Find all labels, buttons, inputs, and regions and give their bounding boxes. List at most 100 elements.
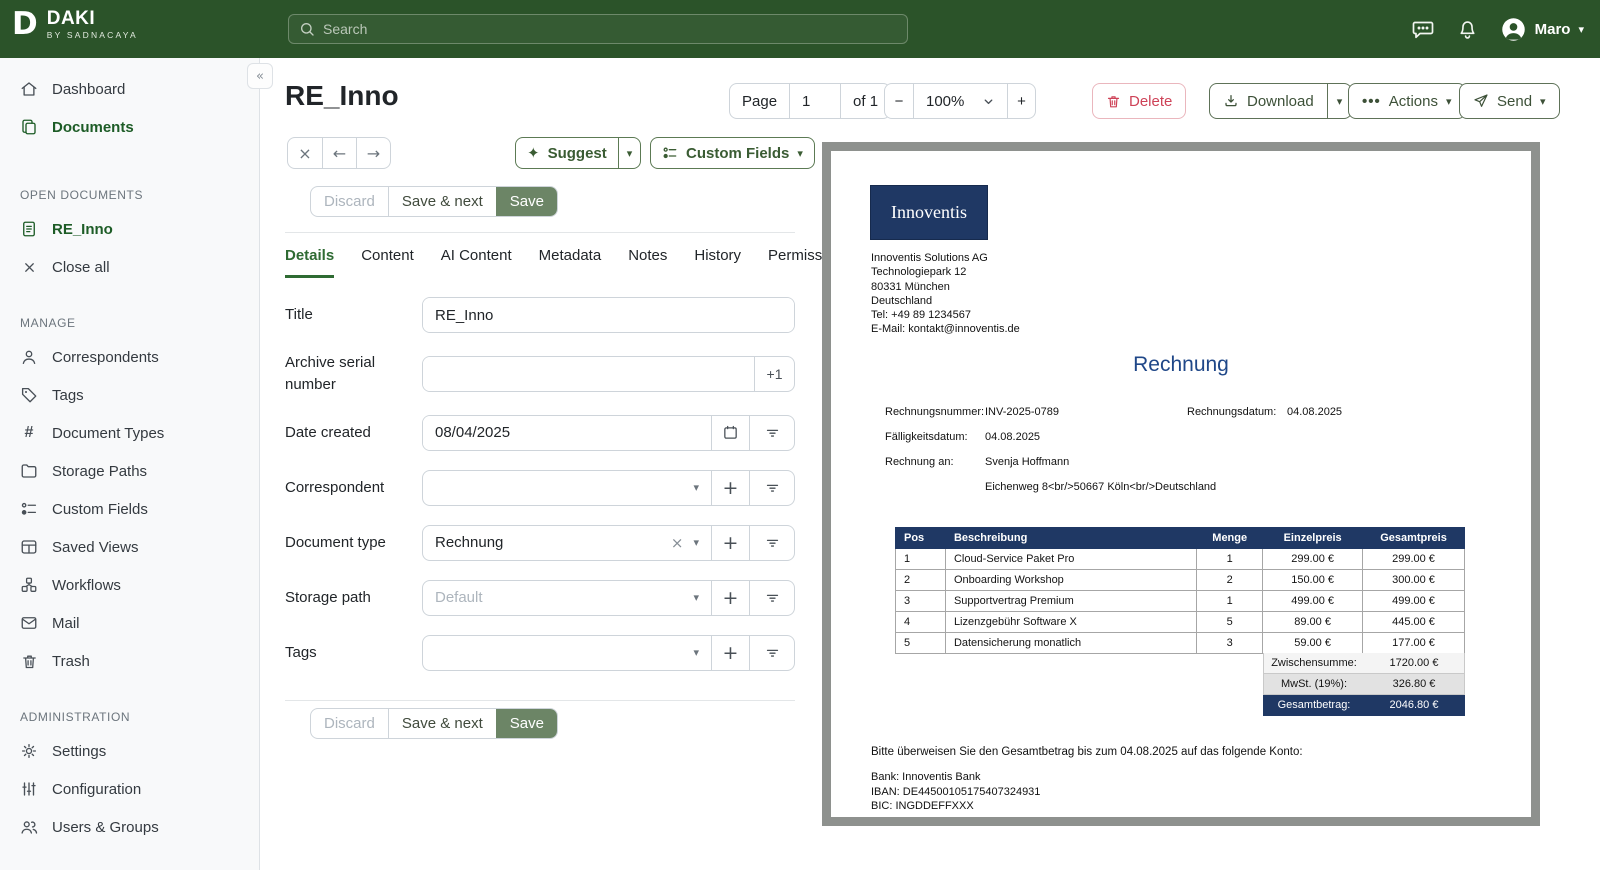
trash-icon bbox=[20, 652, 38, 670]
editor-tabs: Details Content AI Content Metadata Note… bbox=[285, 247, 850, 278]
sidebar-item-configuration[interactable]: Configuration bbox=[0, 770, 259, 808]
storage-path-add-button[interactable]: + bbox=[711, 580, 749, 615]
download-button[interactable]: Download bbox=[1210, 84, 1327, 118]
sidebar-item-workflows[interactable]: Workflows bbox=[0, 566, 259, 604]
suggest-caret-button[interactable]: ▾ bbox=[617, 138, 641, 168]
sidebar-item-documents[interactable]: Documents bbox=[0, 108, 259, 146]
sidebar-item-label: Close all bbox=[52, 258, 110, 276]
invoice-company-address: Innoventis Solutions AG Technologiepark … bbox=[871, 251, 1020, 337]
send-button[interactable]: Send ▾ bbox=[1459, 83, 1560, 119]
delete-button[interactable]: Delete bbox=[1092, 83, 1187, 119]
actions-button[interactable]: ••• Actions ▾ bbox=[1348, 83, 1466, 119]
sidebar-item-dashboard[interactable]: Dashboard bbox=[0, 70, 259, 108]
chat-icon[interactable] bbox=[1411, 17, 1435, 41]
send-icon bbox=[1474, 94, 1488, 107]
sidebar-item-mail[interactable]: Mail bbox=[0, 604, 259, 642]
save-button-group-top: Discard Save & next Save bbox=[310, 186, 558, 217]
correspondent-add-button[interactable]: + bbox=[711, 470, 749, 505]
global-search[interactable] bbox=[288, 14, 908, 44]
user-menu[interactable]: Maro ▾ bbox=[1500, 16, 1584, 43]
invoice-title: Rechnung bbox=[1133, 353, 1229, 376]
calendar-button[interactable] bbox=[711, 415, 749, 450]
asn-input[interactable] bbox=[423, 356, 754, 391]
sidebar-item-correspondents[interactable]: Correspondents bbox=[0, 338, 259, 376]
tab-history[interactable]: History bbox=[694, 247, 741, 278]
sidebar-item-document-types[interactable]: # Document Types bbox=[0, 414, 259, 452]
date-created-input[interactable] bbox=[423, 415, 711, 450]
company-line: E-Mail: kontakt@innoventis.de bbox=[871, 323, 1020, 336]
tab-ai-content[interactable]: AI Content bbox=[441, 247, 512, 278]
next-document-button[interactable]: → bbox=[356, 138, 390, 168]
sidebar-item-custom-fields[interactable]: Custom Fields bbox=[0, 490, 259, 528]
custom-fields-button[interactable]: Custom Fields ▾ bbox=[651, 138, 814, 168]
custom-fields-icon bbox=[663, 147, 677, 159]
tags-add-button[interactable]: + bbox=[711, 635, 749, 670]
sidebar-item-label: Tags bbox=[52, 386, 84, 404]
title-input[interactable] bbox=[423, 298, 794, 332]
sidebar-item-close-all[interactable]: Close all bbox=[0, 248, 259, 286]
sidebar-item-open-document[interactable]: RE_Inno bbox=[0, 210, 259, 248]
zoom-in-button[interactable]: + bbox=[1007, 84, 1035, 118]
correspondent-select[interactable]: ▾ bbox=[423, 471, 711, 505]
zoom-level-value: 100% bbox=[926, 92, 965, 110]
sidebar-item-label: RE_Inno bbox=[52, 220, 113, 238]
document-type-select[interactable]: Rechnung × ▾ bbox=[423, 526, 711, 560]
send-button-label: Send bbox=[1497, 92, 1533, 110]
search-input[interactable] bbox=[323, 21, 897, 37]
tab-metadata[interactable]: Metadata bbox=[539, 247, 602, 278]
asn-increment-button[interactable]: +1 bbox=[754, 356, 794, 391]
suggest-button[interactable]: ✦ Suggest bbox=[516, 138, 618, 168]
sidebar-item-label: Saved Views bbox=[52, 538, 139, 556]
discard-button[interactable]: Discard bbox=[311, 187, 388, 216]
caret-down-icon: ▾ bbox=[693, 536, 699, 549]
tab-content[interactable]: Content bbox=[361, 247, 414, 278]
document-type-field-label: Document type bbox=[285, 533, 386, 551]
notifications-bell-icon[interactable] bbox=[1456, 18, 1479, 41]
date-filter-button[interactable] bbox=[749, 415, 794, 450]
page-number-input[interactable] bbox=[802, 92, 829, 110]
form-row-title: Title bbox=[285, 297, 795, 333]
sidebar-item-storage-paths[interactable]: Storage Paths bbox=[0, 452, 259, 490]
date-created-field-label: Date created bbox=[285, 423, 371, 441]
col-quantity: Menge bbox=[1196, 527, 1264, 549]
storage-path-select[interactable]: Default ▾ bbox=[423, 581, 711, 615]
zoom-level-select[interactable]: 100% bbox=[913, 84, 1007, 118]
sidebar-item-label: Custom Fields bbox=[52, 500, 148, 518]
custom-fields-button-wrap: Custom Fields ▾ bbox=[650, 137, 815, 169]
save-button[interactable]: Save bbox=[495, 187, 557, 216]
brand[interactable]: D DAKI BY SADNACAYA bbox=[12, 8, 138, 40]
previous-document-button[interactable]: ← bbox=[322, 138, 356, 168]
tags-select[interactable]: ▾ bbox=[423, 636, 711, 670]
sidebar-item-saved-views[interactable]: Saved Views bbox=[0, 528, 259, 566]
clear-icon[interactable]: × bbox=[671, 534, 684, 552]
close-document-button[interactable]: × bbox=[288, 138, 322, 168]
document-preview-pane[interactable]: Innoventis Innoventis Solutions AG Techn… bbox=[822, 142, 1540, 826]
tags-filter-button[interactable] bbox=[749, 635, 794, 670]
discard-button[interactable]: Discard bbox=[311, 709, 388, 738]
caret-down-icon: ▾ bbox=[797, 146, 803, 160]
sidebar-section-administration: ADMINISTRATION bbox=[20, 710, 131, 724]
sidebar-item-settings[interactable]: Settings bbox=[0, 732, 259, 770]
details-form: Title Archive serial number +1 Date crea… bbox=[285, 297, 795, 690]
document-type-filter-button[interactable] bbox=[749, 525, 794, 560]
sidebar-collapse-button[interactable]: « bbox=[247, 63, 273, 89]
document-nav-group: × ← → bbox=[287, 137, 391, 169]
save-button[interactable]: Save bbox=[495, 709, 557, 738]
tag-icon bbox=[20, 386, 38, 404]
save-and-next-button[interactable]: Save & next bbox=[387, 709, 496, 738]
document-title: RE_Inno bbox=[285, 80, 399, 111]
save-and-next-button[interactable]: Save & next bbox=[387, 187, 496, 216]
tab-details[interactable]: Details bbox=[285, 247, 335, 278]
documents-icon bbox=[20, 118, 38, 136]
storage-path-filter-button[interactable] bbox=[749, 580, 794, 615]
sidebar-item-tags[interactable]: Tags bbox=[0, 376, 259, 414]
sidebar-item-users-groups[interactable]: Users & Groups bbox=[0, 808, 259, 846]
plus-icon: + bbox=[722, 476, 739, 499]
tab-notes[interactable]: Notes bbox=[628, 247, 667, 278]
document-type-add-button[interactable]: + bbox=[711, 525, 749, 560]
zoom-out-button[interactable]: − bbox=[885, 84, 913, 118]
correspondent-filter-button[interactable] bbox=[749, 470, 794, 505]
page-of-label: of 1 bbox=[840, 84, 890, 118]
sidebar-item-trash[interactable]: Trash bbox=[0, 642, 259, 680]
page-label: Page bbox=[742, 92, 778, 110]
